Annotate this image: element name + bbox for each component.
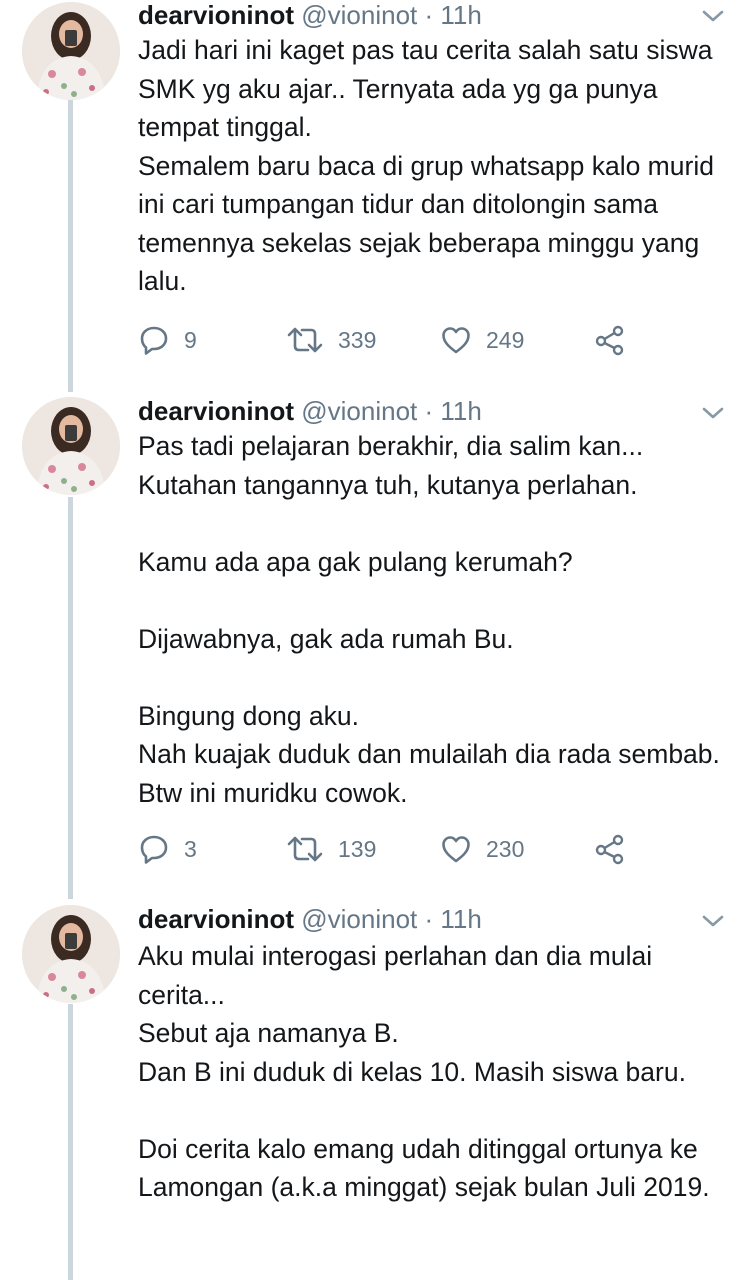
retweet-count: 339 xyxy=(338,326,377,353)
retweet-button[interactable]: 339 xyxy=(286,320,376,360)
tweet-text: Aku mulai interogasi perlahan dan dia mu… xyxy=(138,937,728,1207)
like-button[interactable]: 230 xyxy=(440,829,524,869)
tweet-paragraph: Sebut aja namanya B. xyxy=(138,1018,399,1048)
tweet-actions: 3 139 230 xyxy=(138,829,738,869)
tweet-paragraph: Kutahan tangannya tuh, kutanya perlahan. xyxy=(138,469,638,500)
separator: · xyxy=(424,396,434,426)
avatar-photo xyxy=(22,905,120,1003)
retweet-icon xyxy=(286,324,324,356)
chevron-down-icon[interactable] xyxy=(700,403,726,423)
retweet-button[interactable]: 139 xyxy=(286,829,376,869)
user-handle[interactable]: @vioninot xyxy=(301,0,417,30)
tweet-text: Jadi hari ini kaget pas tau cerita salah… xyxy=(138,31,728,301)
reply-count: 3 xyxy=(184,835,197,862)
share-button[interactable] xyxy=(594,829,626,869)
timestamp[interactable]: 11h xyxy=(440,396,481,426)
retweet-icon xyxy=(286,833,324,865)
tweet-paragraph: Kamu ada apa gak pulang kerumah? xyxy=(138,546,573,577)
timestamp[interactable]: 11h xyxy=(440,0,481,30)
like-count: 249 xyxy=(486,326,525,353)
heart-icon xyxy=(440,324,472,356)
timestamp[interactable]: 11h xyxy=(440,904,481,934)
like-button[interactable]: 249 xyxy=(440,320,524,360)
avatar-photo xyxy=(22,397,120,495)
avatar[interactable] xyxy=(22,905,120,1003)
reply-icon xyxy=(138,833,170,865)
tweet[interactable]: dearvioninot @vioninot · 11h Jadi hari i… xyxy=(0,0,745,380)
tweet-paragraph: Jadi hari ini kaget pas tau cerita salah… xyxy=(138,35,713,142)
reply-count: 9 xyxy=(184,326,197,353)
reply-button[interactable]: 9 xyxy=(138,320,197,360)
tweet-paragraph: Doi cerita kalo emang udah ditinggal ort… xyxy=(138,1133,710,1203)
tweet-text: Pas tadi pelajaran berakhir, dia salim k… xyxy=(138,427,728,812)
share-icon xyxy=(594,324,626,356)
avatar[interactable] xyxy=(22,397,120,495)
tweet[interactable]: dearvioninot @vioninot · 11h Aku mulai i… xyxy=(0,902,745,1280)
avatar[interactable] xyxy=(22,2,120,100)
tweet-header: dearvioninot @vioninot · 11h xyxy=(138,394,482,428)
tweet-actions: 9 339 249 xyxy=(138,320,738,360)
tweet-paragraph: Bingung dong aku. xyxy=(138,700,360,731)
like-count: 230 xyxy=(486,835,525,862)
reply-icon xyxy=(138,324,170,356)
avatar-photo xyxy=(22,2,120,100)
tweet[interactable]: dearvioninot @vioninot · 11h Pas tadi pe… xyxy=(0,394,745,877)
tweet-paragraph: Dan B ini duduk di kelas 10. Masih siswa… xyxy=(138,1056,686,1087)
tweet-paragraph: Dijawabnya, gak ada rumah Bu. xyxy=(138,623,514,654)
tweet-header: dearvioninot @vioninot · 11h xyxy=(138,0,482,32)
display-name[interactable]: dearvioninot xyxy=(138,396,294,426)
share-icon xyxy=(594,833,626,865)
heart-icon xyxy=(440,833,472,865)
tweet-paragraph: Nah kuajak duduk dan mulailah dia rada s… xyxy=(138,739,720,808)
display-name[interactable]: dearvioninot xyxy=(138,904,294,934)
separator: · xyxy=(424,904,434,934)
user-handle[interactable]: @vioninot xyxy=(301,904,417,934)
retweet-count: 139 xyxy=(338,835,377,862)
chevron-down-icon[interactable] xyxy=(700,911,726,931)
display-name[interactable]: dearvioninot xyxy=(138,0,294,30)
user-handle[interactable]: @vioninot xyxy=(301,396,417,426)
tweet-paragraph: Aku mulai interogasi perlahan dan dia mu… xyxy=(138,941,653,1010)
tweet-header: dearvioninot @vioninot · 11h xyxy=(138,902,482,936)
share-button[interactable] xyxy=(594,320,626,360)
tweet-paragraph: Semalem baru baca di grup whatsapp kalo … xyxy=(138,150,714,297)
chevron-down-icon[interactable] xyxy=(700,6,726,26)
tweet-paragraph: Pas tadi pelajaran berakhir, dia salim k… xyxy=(138,431,644,461)
separator: · xyxy=(424,0,434,30)
reply-button[interactable]: 3 xyxy=(138,829,197,869)
